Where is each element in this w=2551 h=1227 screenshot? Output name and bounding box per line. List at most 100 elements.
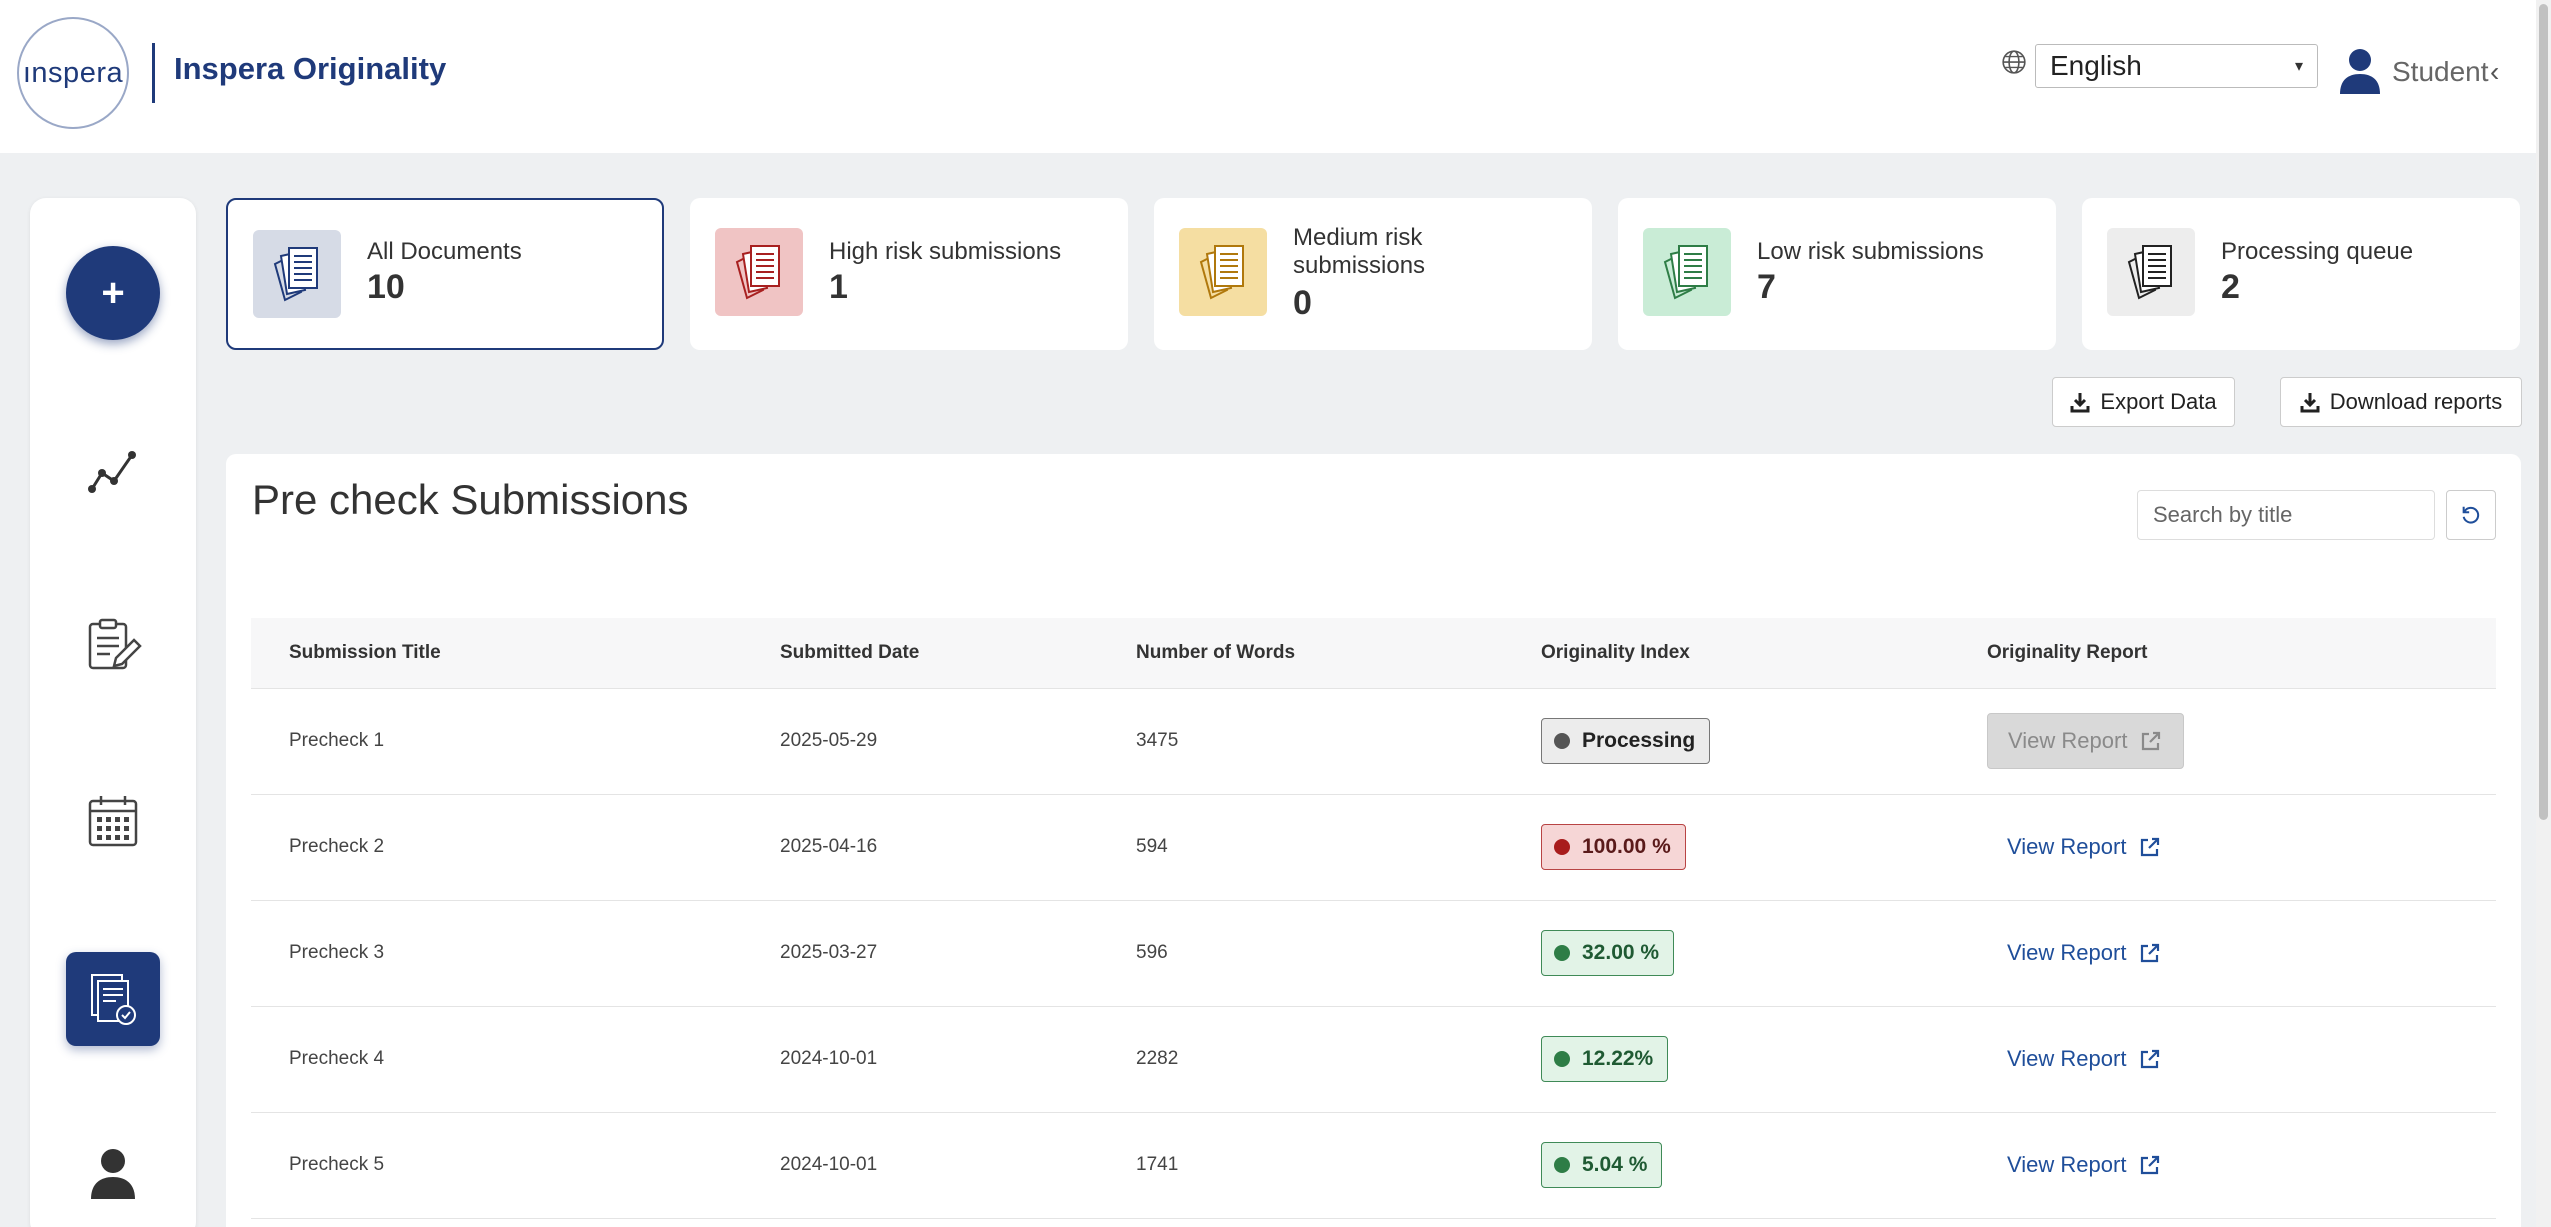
- status-badge: Processing: [1541, 718, 1711, 764]
- card-label: High risk submissions: [829, 238, 1062, 265]
- view-report-button[interactable]: View Report: [1987, 713, 2185, 769]
- download-reports-button[interactable]: Download reports: [2280, 377, 2522, 427]
- card-icon-bg: [1643, 228, 1731, 316]
- user-icon[interactable]: [2338, 48, 2382, 94]
- download-icon: [2300, 393, 2320, 413]
- originality-index-cell: 5.04 %: [1503, 1112, 1949, 1219]
- column-header[interactable]: Number of Words: [1098, 618, 1503, 689]
- page-scrollbar[interactable]: [2536, 0, 2551, 1227]
- user-role-label[interactable]: Student: [2392, 56, 2489, 88]
- scrollbar-thumb[interactable]: [2539, 4, 2548, 820]
- sidebar-item-analytics[interactable]: [66, 424, 160, 518]
- card-all-documents[interactable]: All Documents 10: [226, 198, 664, 350]
- column-header[interactable]: Originality Report: [1949, 618, 2496, 689]
- view-report-label: View Report: [2007, 940, 2127, 965]
- card-count: 1: [829, 268, 848, 306]
- status-dot: [1554, 945, 1570, 961]
- external-link-icon: [2138, 941, 2162, 965]
- view-report-label: View Report: [2007, 1046, 2127, 1071]
- originality-index-cell: 12.22%: [1503, 1006, 1949, 1113]
- column-header[interactable]: Submission Title: [251, 618, 742, 689]
- documents-icon: [727, 240, 791, 304]
- card-label: Processing queue: [2221, 238, 2414, 265]
- originality-index-cell: 100.00 %: [1503, 794, 1949, 901]
- view-report-link[interactable]: View Report: [1987, 819, 2182, 875]
- view-report-link[interactable]: View Report: [1987, 1031, 2182, 1087]
- card-icon-bg: [253, 230, 341, 318]
- status-value: 100.00 %: [1582, 835, 1671, 858]
- report-cell: View Report: [1949, 1006, 2496, 1113]
- status-badge: 32.00 %: [1541, 930, 1675, 976]
- chevron-left-icon[interactable]: ‹: [2490, 56, 2499, 88]
- plus-icon: +: [101, 270, 125, 315]
- documents-icon: [1191, 240, 1255, 304]
- table-row: Precheck 4 2024-10-01 2282 12.22% View R…: [251, 1006, 2496, 1113]
- card-medium-risk[interactable]: Medium risk submissions 0: [1154, 198, 1592, 350]
- status-value: Processing: [1582, 729, 1696, 752]
- download-reports-label: Download reports: [2329, 389, 2503, 414]
- assignment-edit-icon: [88, 618, 142, 670]
- external-link-icon: [2138, 1047, 2162, 1071]
- status-dot: [1554, 839, 1570, 855]
- app-header: ınspera Inspera Originality English ▾ St…: [0, 0, 2536, 153]
- submitted-date: 2024-10-01: [742, 1006, 1098, 1113]
- card-icon-bg: [715, 228, 803, 316]
- report-cell: View Report: [1949, 900, 2496, 1007]
- submission-title: Precheck 2: [251, 794, 742, 901]
- sidebar-item-calendar[interactable]: [66, 774, 160, 868]
- inspera-logo[interactable]: ınspera: [17, 17, 129, 129]
- external-link-icon: [2138, 1153, 2162, 1177]
- documents-icon: [2119, 240, 2183, 304]
- card-label: All Documents: [367, 238, 522, 265]
- page-title: Pre check Submissions: [252, 476, 689, 523]
- column-header[interactable]: Submitted Date: [742, 618, 1098, 689]
- card-low-risk[interactable]: Low risk submissions 7: [1618, 198, 2056, 350]
- report-cell: View Report: [1949, 794, 2496, 901]
- documents-icon: [1655, 240, 1719, 304]
- refresh-icon: [2462, 506, 2480, 524]
- view-report-label: View Report: [2008, 728, 2128, 753]
- table-row: Precheck 1 2025-05-29 3475 Processing Vi…: [251, 688, 2496, 795]
- sidebar-item-precheck[interactable]: [66, 952, 160, 1046]
- sidebar-item-assignments[interactable]: [66, 598, 160, 692]
- refresh-button[interactable]: [2446, 490, 2496, 540]
- report-cell: View Report: [1949, 1112, 2496, 1219]
- view-report-link[interactable]: View Report: [1987, 1137, 2182, 1193]
- sidebar-item-profile[interactable]: [66, 1126, 160, 1220]
- submissions-table: Submission Title Submitted Date Number o…: [251, 618, 2496, 1219]
- submission-title: Precheck 4: [251, 1006, 742, 1113]
- originality-index-cell: 32.00 %: [1503, 900, 1949, 1007]
- card-count: 10: [367, 268, 405, 306]
- word-count: 1741: [1098, 1112, 1503, 1219]
- card-processing-queue[interactable]: Processing queue 2: [2082, 198, 2520, 350]
- card-icon-bg: [1179, 228, 1267, 316]
- card-high-risk[interactable]: High risk submissions 1: [690, 198, 1128, 350]
- search-input[interactable]: Search by title: [2137, 490, 2435, 540]
- status-value: 12.22%: [1582, 1047, 1654, 1070]
- card-count: 2: [2221, 268, 2240, 306]
- status-badge: 12.22%: [1541, 1036, 1669, 1082]
- precheck-icon: [91, 974, 136, 1025]
- originality-index-cell: Processing: [1503, 688, 1949, 795]
- word-count: 3475: [1098, 688, 1503, 795]
- card-icon-bg: [2107, 228, 2195, 316]
- add-submission-button[interactable]: +: [66, 246, 160, 340]
- card-count: 0: [1293, 284, 1312, 322]
- language-select[interactable]: English ▾: [2035, 44, 2318, 88]
- word-count: 596: [1098, 900, 1503, 1007]
- submitted-date: 2025-04-16: [742, 794, 1098, 901]
- status-dot: [1554, 1157, 1570, 1173]
- download-icon: [2070, 393, 2090, 413]
- submissions-panel: Pre check Submissions Search by title Su…: [226, 454, 2521, 1227]
- submission-title: Precheck 1: [251, 688, 742, 795]
- chevron-down-icon: ▾: [2294, 58, 2303, 75]
- status-badge: 100.00 %: [1541, 824, 1686, 870]
- logo-divider: [152, 43, 155, 103]
- language-value: English: [2050, 50, 2142, 81]
- column-header[interactable]: Originality Index: [1503, 618, 1949, 689]
- external-link-icon: [2138, 835, 2162, 859]
- export-data-button[interactable]: Export Data: [2052, 377, 2235, 427]
- status-dot: [1554, 733, 1570, 749]
- view-report-link[interactable]: View Report: [1987, 925, 2182, 981]
- brand-title: Inspera Originality: [174, 51, 447, 86]
